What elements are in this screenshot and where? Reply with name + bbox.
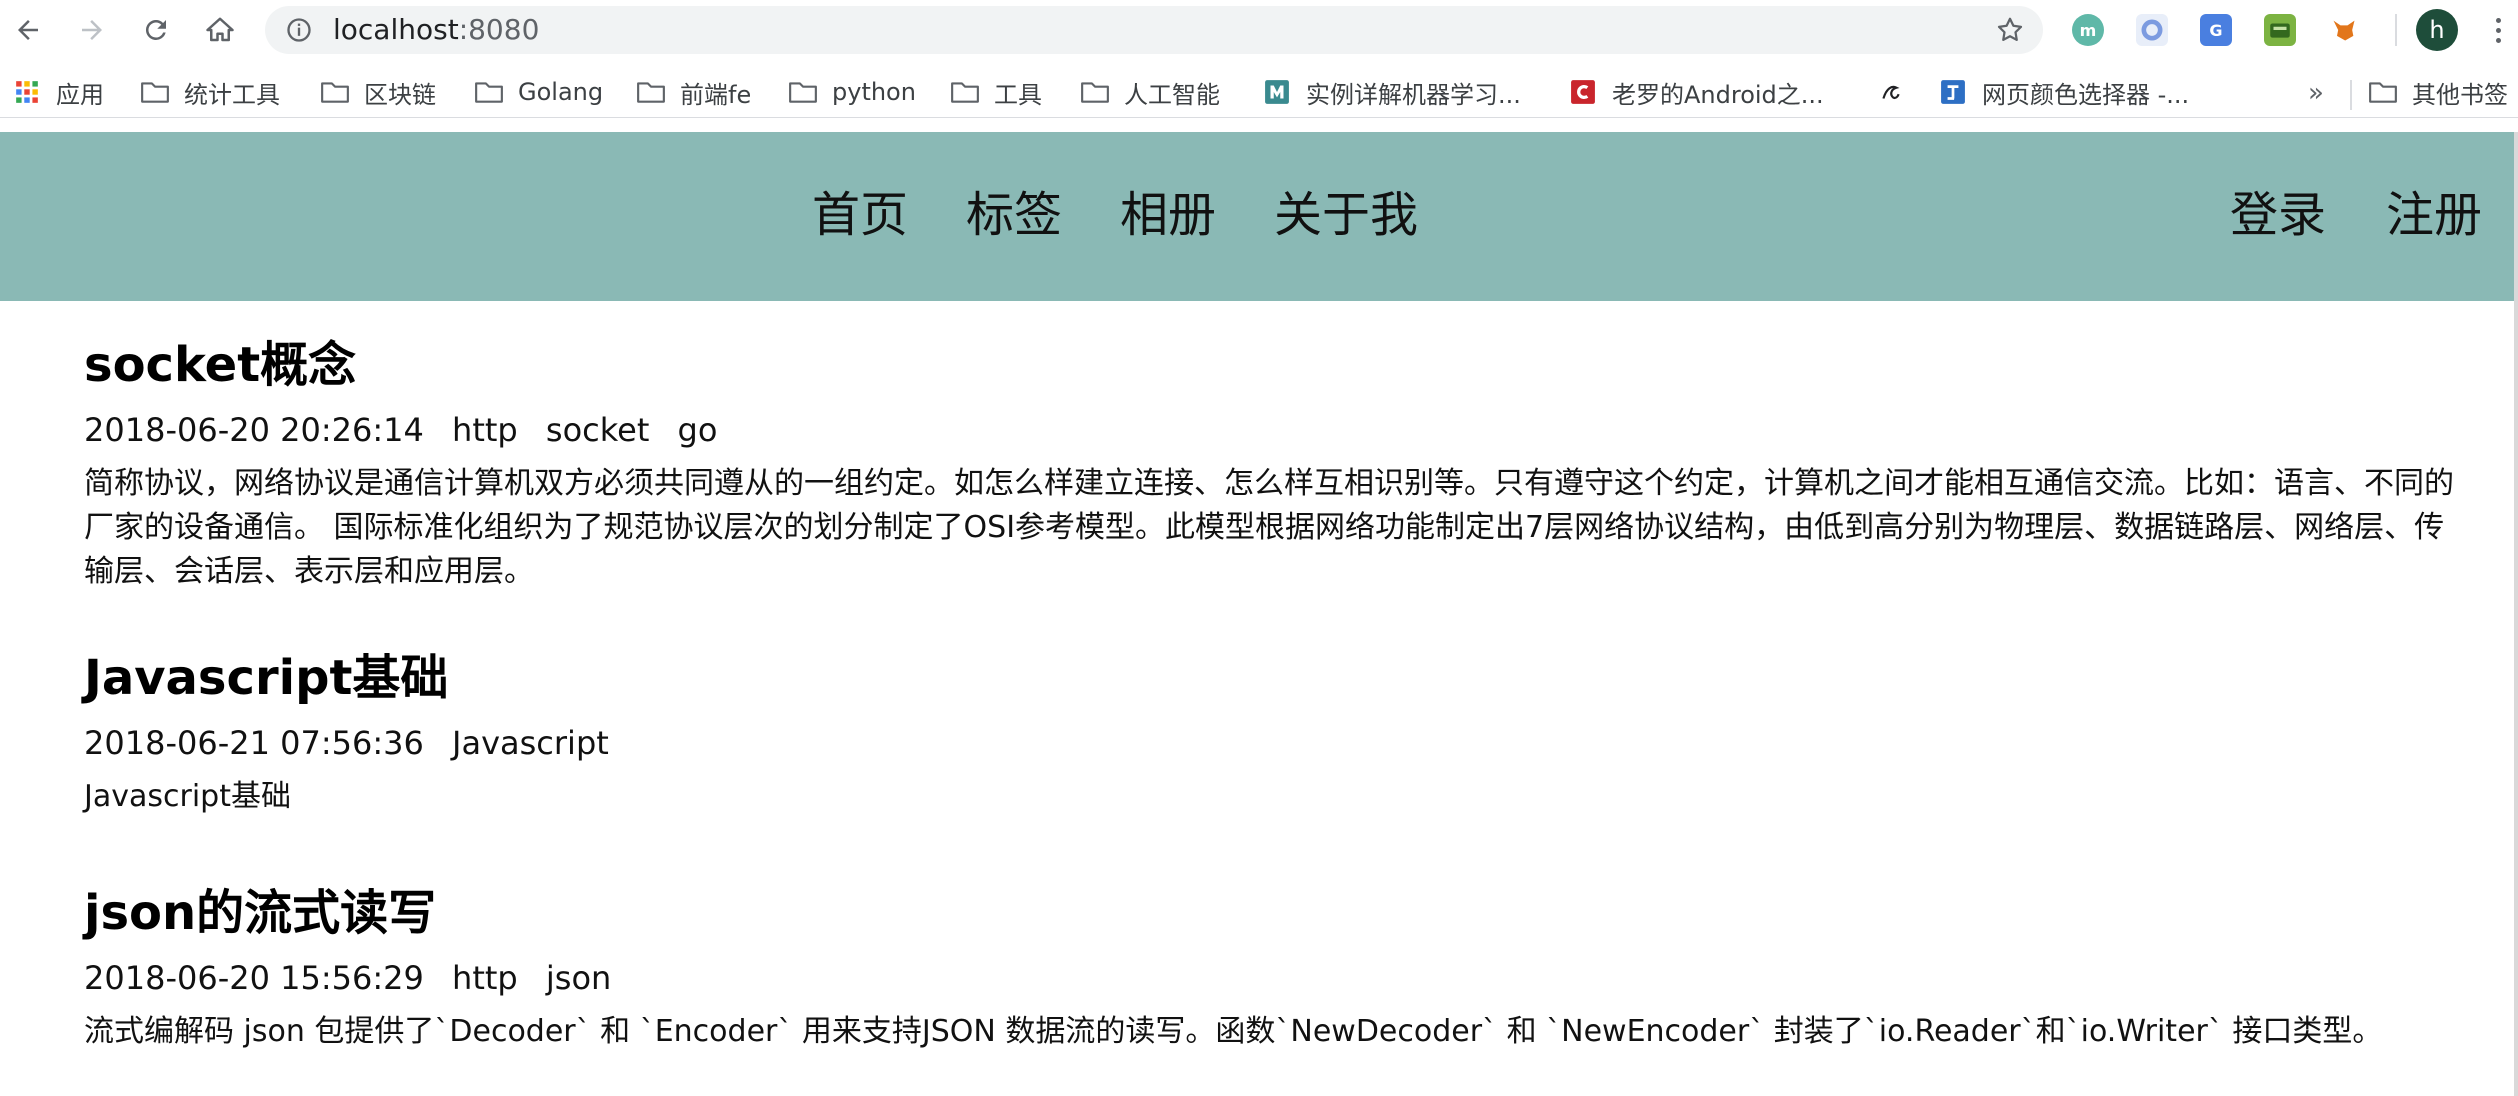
bookmark-label: python <box>832 78 916 106</box>
bookmark-label: 应用 <box>56 80 104 109</box>
browser-menu-icon[interactable] <box>2480 12 2516 48</box>
article-meta: 2018-06-21 07:56:36 Javascript <box>84 723 2454 763</box>
apps-grid-icon <box>12 77 42 107</box>
bookmark-label: 统计工具 <box>184 80 280 109</box>
bookmark-label: 工具 <box>994 80 1042 109</box>
bookmark-folder-blockchain[interactable]: 区块链 <box>320 74 436 110</box>
reload-icon <box>145 19 166 40</box>
article-tag[interactable]: http <box>452 959 518 997</box>
folder-icon <box>636 77 666 107</box>
bookmarks-overflow-button[interactable]: » <box>2308 78 2324 108</box>
bookmark-label: 实例详解机器学习... <box>1306 80 1521 109</box>
article-summary: Javascript基础 <box>84 779 291 814</box>
article-date: 2018-06-21 07:56:36 <box>84 724 424 762</box>
info-icon[interactable] <box>285 16 313 44</box>
url-port: :8080 <box>458 13 540 46</box>
bookmark-label: 其他书签 <box>2412 80 2508 109</box>
folder-icon <box>2368 77 2398 107</box>
article-date: 2018-06-20 20:26:14 <box>84 411 424 449</box>
bookmark-other[interactable]: 其他书签 <box>2368 74 2508 110</box>
color-picker-icon <box>1938 77 1968 107</box>
bookmark-star-icon[interactable] <box>1995 15 2025 45</box>
folder-icon <box>320 77 350 107</box>
loop-extension-icon[interactable] <box>2136 14 2168 46</box>
login-link[interactable]: 登录 <box>2230 185 2326 245</box>
address-bar[interactable]: localhost:8080 <box>265 6 2043 54</box>
folder-icon <box>1080 77 1110 107</box>
article-tag[interactable]: Javascript <box>452 724 609 762</box>
browser-toolbar: localhost:8080 m G h <box>0 0 2518 60</box>
folder-icon <box>474 77 504 107</box>
bookmark-ml-tutorial[interactable]: 实例详解机器学习... <box>1262 74 1521 110</box>
bookmark-script-site[interactable] <box>1876 74 1906 110</box>
article-title[interactable]: json的流式读写 <box>84 884 2454 942</box>
m-site-icon <box>1262 77 1292 107</box>
bookmark-folder-ai[interactable]: 人工智能 <box>1080 74 1220 110</box>
article-tag[interactable]: http <box>452 411 518 449</box>
bookmarks-divider <box>2350 80 2352 110</box>
article-tag[interactable]: go <box>678 411 718 449</box>
article-tag[interactable]: json <box>546 959 611 997</box>
c-site-icon <box>1568 77 1598 107</box>
bookmark-label: 前端fe <box>680 80 752 109</box>
bookmark-color-picker[interactable]: 网页颜色选择器 -... <box>1938 74 2189 110</box>
toolbar-divider <box>2395 14 2397 46</box>
nav-album[interactable]: 相册 <box>1120 185 1216 245</box>
article-meta: 2018-06-20 15:56:29 http json <box>84 958 2454 998</box>
article-title[interactable]: Javascript基础 <box>84 649 2454 707</box>
card-extension-icon[interactable] <box>2264 14 2296 46</box>
article-meta: 2018-06-20 20:26:14 http socket go <box>84 410 2454 450</box>
site-header: 首页 标签 相册 关于我 登录 注册 <box>0 132 2514 301</box>
bookmark-folder-tools[interactable]: 工具 <box>950 74 1042 110</box>
url-host: localhost <box>333 13 459 46</box>
folder-icon <box>140 77 170 107</box>
forward-button[interactable] <box>68 6 116 54</box>
bookmark-apps[interactable]: 应用 <box>12 74 104 110</box>
script-site-icon <box>1876 77 1906 107</box>
bookmark-label: 网页颜色选择器 -... <box>1982 80 2190 109</box>
register-link[interactable]: 注册 <box>2386 185 2482 245</box>
folder-icon <box>788 77 818 107</box>
article-title[interactable]: socket概念 <box>84 336 2454 394</box>
back-button[interactable] <box>4 6 52 54</box>
bookmark-label: 区块链 <box>364 80 436 109</box>
reload-button[interactable] <box>132 6 180 54</box>
m-extension-icon[interactable]: m <box>2072 14 2104 46</box>
article-item: Javascript基础 2018-06-21 07:56:36 Javascr… <box>84 649 2454 884</box>
article-summary: 流式编解码 json 包提供了`Decoder` 和 `Encoder` 用来支… <box>84 1014 2383 1049</box>
article-summary: 简称协议，网络协议是通信计算机双方必须共同遵从的一组约定。如怎么样建立连接、怎么… <box>84 466 2454 589</box>
profile-avatar[interactable]: h <box>2416 9 2458 51</box>
bookmarks-bar: 应用 统计工具 区块链 Golang 前端fe python 工具 人工智能 实… <box>0 66 2518 118</box>
nav-about[interactable]: 关于我 <box>1274 185 1418 245</box>
forward-arrow-icon <box>82 20 102 40</box>
translate-extension-icon[interactable]: G <box>2200 14 2232 46</box>
bookmark-folder-stats[interactable]: 统计工具 <box>140 74 280 110</box>
bookmark-label: 老罗的Android之... <box>1612 80 1824 109</box>
url-text: localhost:8080 <box>333 15 539 45</box>
back-arrow-icon <box>18 20 38 40</box>
nav-tags[interactable]: 标签 <box>966 185 1062 245</box>
bookmark-folder-frontend[interactable]: 前端fe <box>636 74 751 110</box>
bookmark-android[interactable]: 老罗的Android之... <box>1568 74 1824 110</box>
bookmark-label: 人工智能 <box>1124 80 1220 109</box>
folder-icon <box>950 77 980 107</box>
fox-extension-icon[interactable] <box>2328 14 2360 46</box>
home-icon <box>206 17 234 42</box>
home-button[interactable] <box>196 6 244 54</box>
article-tag[interactable]: socket <box>546 411 649 449</box>
article-item: json的流式读写 2018-06-20 15:56:29 http json … <box>84 884 2454 1054</box>
nav-home[interactable]: 首页 <box>812 185 908 245</box>
bookmark-label: Golang <box>518 78 604 106</box>
bookmark-folder-golang[interactable]: Golang <box>474 74 603 110</box>
article-list: socket概念 2018-06-20 20:26:14 http socket… <box>84 336 2454 1054</box>
bookmark-folder-python[interactable]: python <box>788 74 916 110</box>
page-scrollbar-edge <box>2514 132 2518 1096</box>
article-item: socket概念 2018-06-20 20:26:14 http socket… <box>84 336 2454 649</box>
article-date: 2018-06-20 15:56:29 <box>84 959 424 997</box>
